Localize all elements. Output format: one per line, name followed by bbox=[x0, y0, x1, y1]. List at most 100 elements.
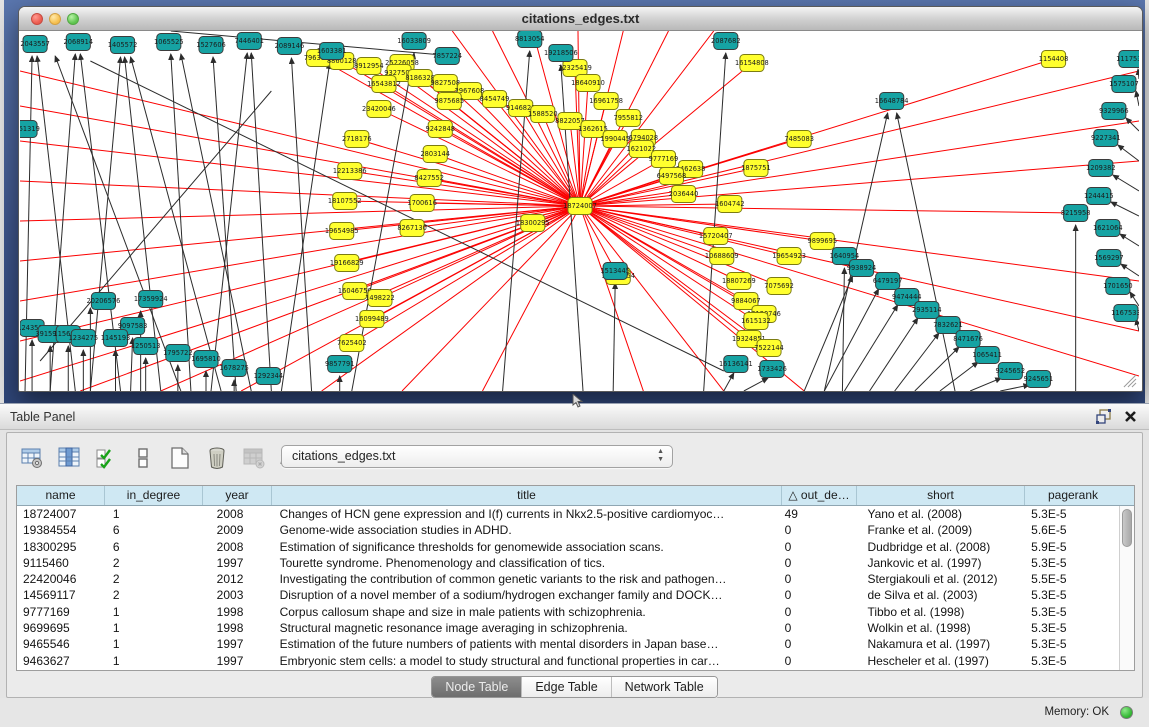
table-cell[interactable]: 22420046 bbox=[17, 571, 105, 587]
graph-edge[interactable] bbox=[580, 206, 643, 391]
graph-edge[interactable] bbox=[870, 318, 918, 391]
table-cell[interactable]: 18724007 bbox=[17, 506, 105, 522]
table-cell[interactable]: 5.3E-5 bbox=[1023, 653, 1119, 669]
minimize-window-button[interactable] bbox=[49, 13, 61, 25]
table-cell[interactable]: 9777169 bbox=[17, 604, 105, 620]
table-cell[interactable]: 0 bbox=[781, 653, 856, 669]
graph-edge[interactable] bbox=[25, 56, 32, 391]
graph-edge[interactable] bbox=[897, 113, 955, 391]
tab-node-table[interactable]: Node Table bbox=[432, 677, 521, 697]
column-header-in_degree[interactable]: in_degree bbox=[105, 486, 203, 505]
table-cell[interactable]: 1997 bbox=[203, 636, 272, 652]
table-cell[interactable]: 49 bbox=[781, 506, 856, 522]
table-cell[interactable]: Disruption of a novel member of a sodium… bbox=[272, 587, 781, 603]
table-row[interactable]: 946362711997Embryonic stem cells: a mode… bbox=[17, 653, 1119, 669]
table-cell[interactable]: 0 bbox=[781, 620, 856, 636]
table-cell[interactable]: Corpus callosum shape and size in male p… bbox=[272, 604, 781, 620]
table-cell[interactable]: 1997 bbox=[203, 653, 272, 669]
table-cell[interactable]: 5.5E-5 bbox=[1023, 571, 1119, 587]
table-cell[interactable]: 2 bbox=[105, 587, 203, 603]
column-header-out_de[interactable]: △ out_de… bbox=[782, 486, 857, 505]
table-row[interactable]: 977716911998Corpus callosum shape and si… bbox=[17, 604, 1119, 620]
graph-edge[interactable] bbox=[1126, 118, 1139, 131]
table-cell[interactable]: 6 bbox=[105, 522, 203, 538]
graph-edge[interactable] bbox=[824, 289, 878, 391]
table-cell[interactable]: 9465546 bbox=[17, 636, 105, 652]
graph-edge[interactable] bbox=[580, 206, 722, 256]
table-cell[interactable]: 5.3E-5 bbox=[1023, 604, 1119, 620]
table-cell[interactable]: 9115460 bbox=[17, 555, 105, 571]
window-titlebar[interactable]: citations_edges.txt bbox=[19, 7, 1142, 31]
graph-edge[interactable] bbox=[1118, 145, 1139, 161]
graph-edge[interactable] bbox=[580, 206, 1139, 376]
graph-edge[interactable] bbox=[20, 106, 580, 206]
table-row[interactable]: 911546021997Tourette syndrome. Phenomeno… bbox=[17, 555, 1119, 571]
table-cell[interactable]: 2 bbox=[105, 555, 203, 571]
network-canvas[interactable]: 1872400718300295796382288601288912954252… bbox=[20, 31, 1141, 391]
close-panel-icon[interactable] bbox=[1124, 410, 1137, 423]
table-cell[interactable]: 5.9E-5 bbox=[1023, 539, 1119, 555]
graph-edge[interactable] bbox=[171, 54, 191, 391]
column-header-name[interactable]: name bbox=[17, 486, 105, 505]
table-cell[interactable]: Structural magnetic resonance image aver… bbox=[272, 620, 781, 636]
graph-edge[interactable] bbox=[1111, 202, 1139, 216]
delete-table-icon[interactable] bbox=[204, 445, 230, 471]
table-row[interactable]: 946554611997Estimation of the future num… bbox=[17, 636, 1119, 652]
zoom-window-button[interactable] bbox=[67, 13, 79, 25]
graph-edge[interactable] bbox=[20, 206, 580, 221]
close-window-button[interactable] bbox=[31, 13, 43, 25]
table-cell[interactable]: 5.3E-5 bbox=[1023, 506, 1119, 522]
graph-edge[interactable] bbox=[281, 63, 329, 391]
canvas-resize-grip[interactable] bbox=[1124, 375, 1136, 387]
table-row[interactable]: 969969511998Structural magnetic resonanc… bbox=[17, 620, 1119, 636]
table-cell[interactable]: 2009 bbox=[203, 522, 272, 538]
table-row[interactable]: 1872400712008Changes of HCN gene express… bbox=[17, 506, 1119, 522]
table-cell[interactable]: Tourette syndrome. Phenomenology and cla… bbox=[272, 555, 781, 571]
column-header-year[interactable]: year bbox=[203, 486, 272, 505]
table-cell[interactable]: Changes of HCN gene expression and I(f) … bbox=[272, 506, 781, 522]
table-cell[interactable]: 1 bbox=[105, 604, 203, 620]
table-select-dropdown[interactable]: citations_edges.txt ▲▼ bbox=[281, 445, 673, 468]
table-cell[interactable]: Investigating the contribution of common… bbox=[272, 571, 781, 587]
graph-edge[interactable] bbox=[1113, 175, 1139, 191]
table-cell[interactable]: 0 bbox=[781, 636, 856, 652]
table-row[interactable]: 1456911722003Disruption of a novel membe… bbox=[17, 587, 1119, 603]
graph-edge[interactable] bbox=[1000, 385, 1029, 391]
graph-edge[interactable] bbox=[482, 206, 580, 391]
table-cell[interactable]: Embryonic stem cells: a model to study s… bbox=[272, 653, 781, 669]
column-header-title[interactable]: title bbox=[272, 486, 782, 505]
graph-edge[interactable] bbox=[704, 53, 726, 391]
table-cell[interactable]: 19384554 bbox=[17, 522, 105, 538]
graph-edge[interactable] bbox=[1120, 234, 1139, 246]
table-cell[interactable]: 2 bbox=[105, 571, 203, 587]
graph-edge[interactable] bbox=[580, 71, 1139, 206]
table-cell[interactable]: 9463627 bbox=[17, 653, 105, 669]
table-cell[interactable]: 5.3E-5 bbox=[1023, 620, 1119, 636]
table-cell[interactable]: 1 bbox=[105, 636, 203, 652]
table-settings-icon[interactable] bbox=[19, 445, 45, 471]
table-cell[interactable]: 9699695 bbox=[17, 620, 105, 636]
table-scrollbar[interactable] bbox=[1119, 506, 1134, 670]
graph-edge[interactable] bbox=[724, 373, 734, 391]
row-height-icon[interactable] bbox=[130, 445, 156, 471]
table-cell[interactable]: 1997 bbox=[203, 555, 272, 571]
table-cell[interactable]: Jankovic et al. (1997) bbox=[855, 555, 1023, 571]
tab-network-table[interactable]: Network Table bbox=[611, 677, 717, 697]
graph-edge[interactable] bbox=[844, 305, 897, 391]
graph-edge[interactable] bbox=[613, 283, 615, 391]
graph-edge[interactable] bbox=[251, 53, 271, 391]
column-header-pagerank[interactable]: pagerank bbox=[1025, 486, 1121, 505]
table-cell[interactable]: 2003 bbox=[203, 587, 272, 603]
table-cell[interactable]: Wolkin et al. (1998) bbox=[855, 620, 1023, 636]
table-cell[interactable]: Stergiakouli et al. (2012) bbox=[855, 571, 1023, 587]
graph-edge[interactable] bbox=[347, 206, 580, 263]
graph-edge[interactable] bbox=[580, 31, 714, 206]
network-view-window[interactable]: citations_edges.txt 18724007183002957963… bbox=[18, 6, 1143, 392]
table-cell[interactable]: 1 bbox=[105, 506, 203, 522]
graph-edge[interactable] bbox=[1130, 292, 1139, 306]
table-cell[interactable]: Estimation of the future numbers of pati… bbox=[272, 636, 781, 652]
graph-edge[interactable] bbox=[379, 109, 580, 206]
table-cell[interactable]: Dudbridge et al. (2008) bbox=[855, 539, 1023, 555]
tab-edge-table[interactable]: Edge Table bbox=[521, 677, 610, 697]
table-cell[interactable]: 0 bbox=[781, 587, 856, 603]
